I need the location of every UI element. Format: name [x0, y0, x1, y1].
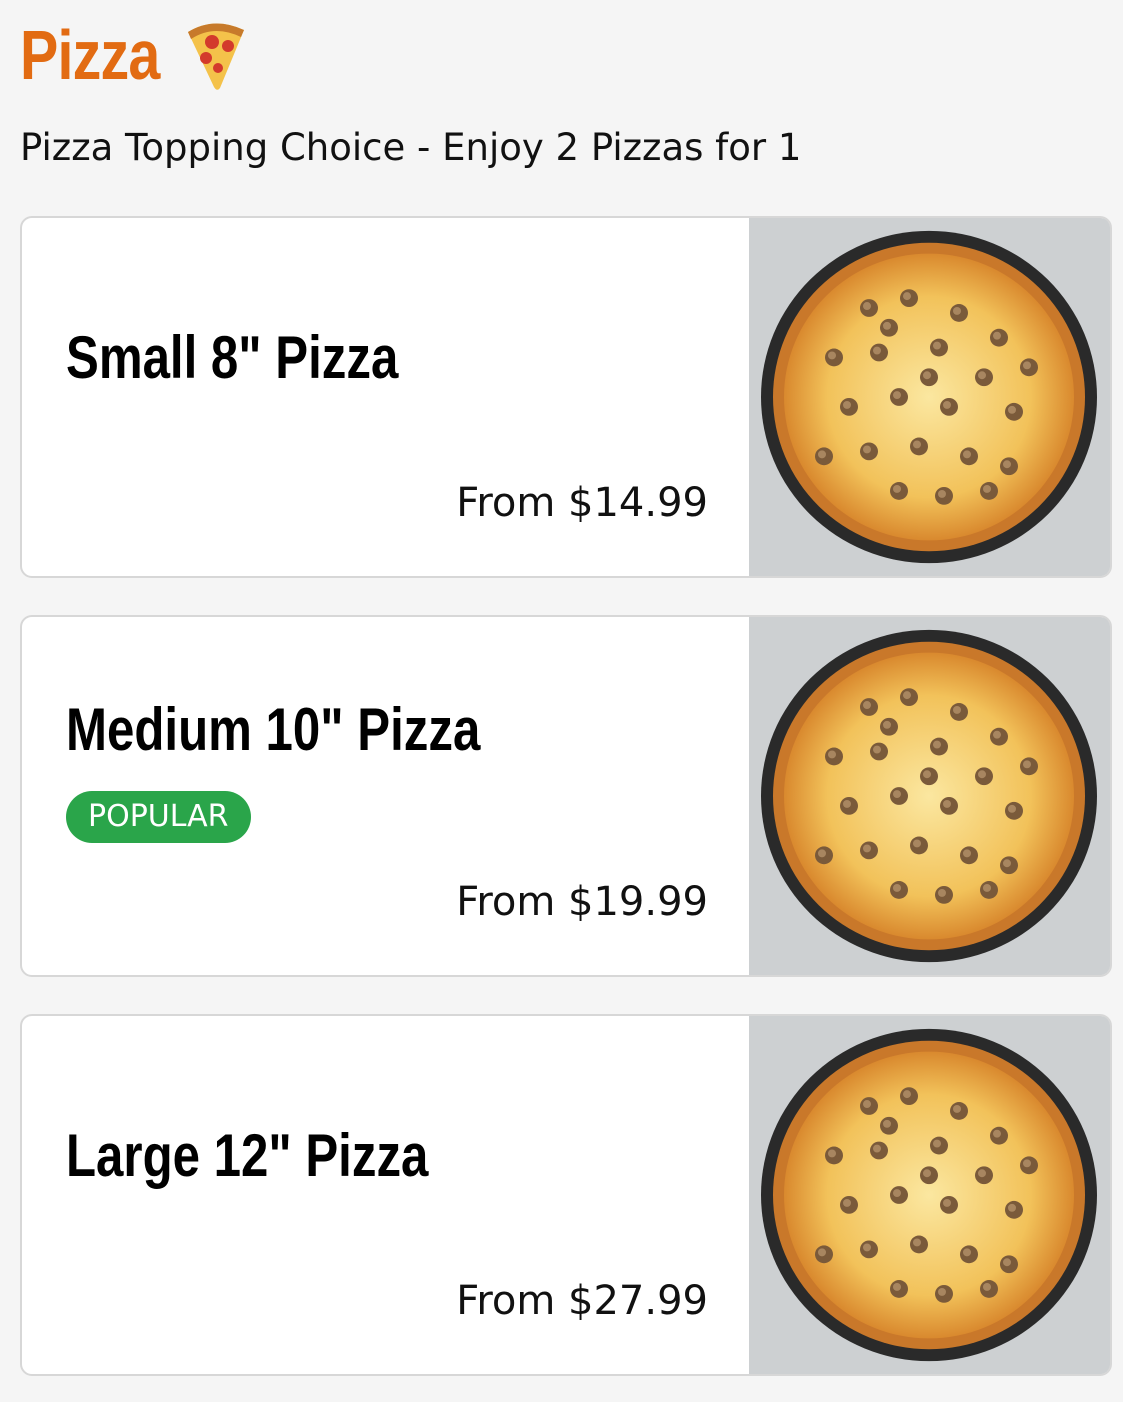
menu-page: Pizza Pizza Topping Choice - Enjoy 2 Piz… — [0, 0, 1123, 1402]
menu-item-card-large[interactable]: Large 12" Pizza From $27.99 — [20, 1014, 1112, 1376]
item-price: From $19.99 — [456, 879, 708, 925]
category-header: Pizza — [20, 10, 248, 100]
item-name: Medium 10" Pizza — [66, 696, 481, 763]
menu-item-card-small[interactable]: Small 8" Pizza From $14.99 — [20, 216, 1112, 578]
category-title: Pizza — [20, 16, 160, 94]
item-price: From $14.99 — [456, 480, 708, 526]
card-text: Large 12" Pizza From $27.99 — [22, 1016, 752, 1374]
card-text: Small 8" Pizza From $14.99 — [22, 218, 752, 576]
pizza-photo — [749, 1016, 1110, 1374]
menu-item-card-medium[interactable]: Medium 10" Pizza POPULAR From $19.99 — [20, 615, 1112, 977]
pizza-slice-icon — [188, 23, 245, 90]
item-name: Large 12" Pizza — [66, 1122, 429, 1189]
item-price: From $27.99 — [456, 1278, 708, 1324]
popular-badge: POPULAR — [66, 791, 251, 843]
card-text: Medium 10" Pizza POPULAR From $19.99 — [22, 617, 752, 975]
pizza-photo — [749, 617, 1110, 975]
pizza-photo — [749, 218, 1110, 576]
category-subtitle: Pizza Topping Choice - Enjoy 2 Pizzas fo… — [20, 126, 802, 169]
item-name: Small 8" Pizza — [66, 324, 399, 391]
